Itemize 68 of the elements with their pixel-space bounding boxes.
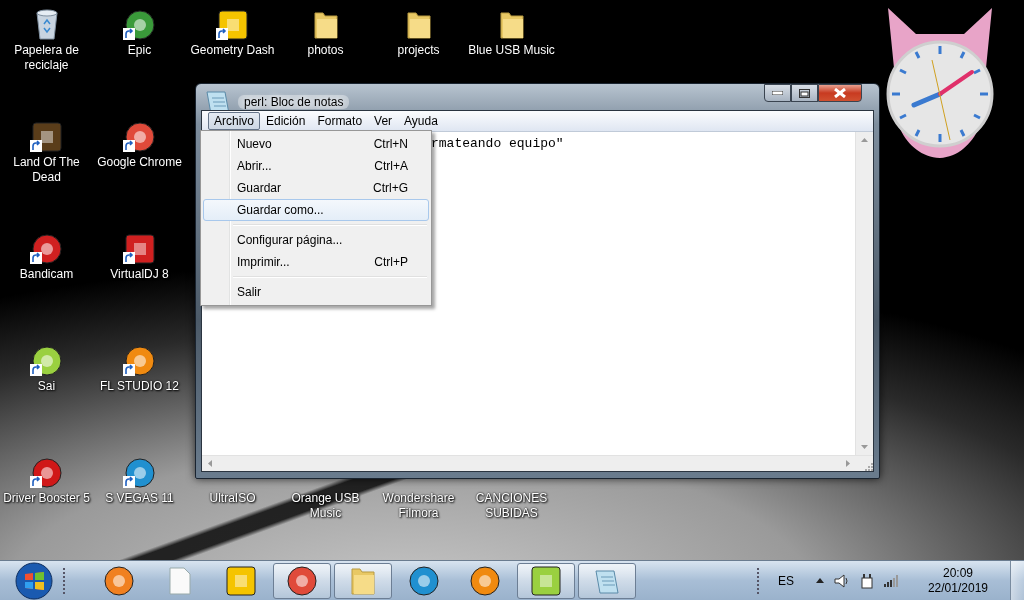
desktop-icon-label[interactable]: projects — [397, 43, 440, 58]
desktop-icon-label[interactable]: Bandicam — [19, 267, 74, 282]
app-icon[interactable] — [31, 234, 62, 264]
menu-item[interactable]: Guardar como... — [203, 199, 429, 221]
folder-icon[interactable] — [498, 10, 525, 40]
maximize-icon — [799, 88, 810, 98]
menu-item-label: Guardar — [237, 181, 282, 195]
menu-item[interactable]: Guardar Ctrl+G — [203, 177, 429, 199]
shortcut-label: Ctrl+G — [373, 181, 408, 195]
recycle-bin-icon[interactable] — [34, 8, 59, 40]
menu-bar-item[interactable]: Formato — [311, 112, 369, 130]
taskbar-button[interactable] — [334, 562, 392, 599]
desktop-icon-label[interactable]: Papelera de reciclaje — [1, 43, 92, 73]
menu-item-label: Nuevo — [237, 137, 272, 151]
menu-item[interactable]: Abrir... Ctrl+A — [203, 155, 429, 177]
desktop-icon-label[interactable]: Epic — [127, 43, 152, 58]
menu-item[interactable]: Imprimir... Ctrl+P — [203, 251, 429, 273]
menu-item[interactable]: Nuevo Ctrl+N — [203, 133, 429, 155]
clock-time[interactable]: 20:09 — [942, 565, 973, 581]
power-plug-icon[interactable] — [859, 572, 874, 589]
menu-bar-item[interactable]: Ver — [368, 112, 399, 130]
show-hidden-icons-button[interactable] — [815, 578, 824, 583]
language-indicator[interactable]: ES — [777, 573, 794, 588]
shortcut-label: Ctrl+N — [373, 137, 408, 151]
menu-item-label: Imprimir... — [237, 255, 290, 269]
minimize-button[interactable] — [764, 84, 791, 102]
app-icon[interactable] — [124, 346, 155, 376]
desktop-icon-label[interactable]: FL STUDIO 12 — [100, 379, 179, 394]
close-icon — [834, 88, 846, 98]
app-icon[interactable] — [470, 565, 500, 596]
close-button[interactable] — [818, 84, 862, 102]
app-icon[interactable] — [104, 565, 134, 596]
clock-date[interactable]: 22/01/2019 — [927, 580, 988, 596]
taskbar-button[interactable] — [578, 562, 636, 599]
signal-bars-icon[interactable] — [883, 574, 900, 587]
taskbar-button[interactable] — [517, 562, 575, 599]
desktop-icon-label[interactable]: photos — [307, 43, 344, 58]
resize-grip-icon[interactable] — [863, 461, 873, 471]
app-icon[interactable] — [124, 122, 155, 152]
desktop-icon-label[interactable]: Geometry Dash — [190, 43, 275, 58]
folder-icon[interactable] — [405, 10, 432, 40]
start-button[interactable] — [14, 560, 54, 600]
shortcut-label: Ctrl+A — [374, 159, 408, 173]
menu-bar-item[interactable]: Edición — [260, 112, 312, 130]
shortcut-label: Ctrl+P — [374, 255, 408, 269]
app-icon[interactable] — [124, 458, 155, 488]
show-desktop-button[interactable] — [1010, 560, 1024, 600]
desktop-icon-label[interactable]: Orange USB Music — [280, 491, 371, 521]
speaker-icon[interactable] — [833, 573, 850, 588]
app-icon[interactable] — [287, 565, 317, 596]
maximize-button[interactable] — [791, 84, 818, 102]
app-icon[interactable] — [124, 10, 155, 40]
desktop-icon-label[interactable]: Blue USB Music — [468, 43, 555, 58]
app-icon[interactable] — [31, 458, 62, 488]
minimize-icon — [772, 91, 783, 95]
folder-icon[interactable] — [312, 10, 339, 40]
menu-item[interactable]: Salir — [203, 281, 429, 303]
app-icon[interactable] — [31, 346, 62, 376]
taskbar-button[interactable] — [273, 562, 331, 599]
menu-item[interactable]: Configurar página... — [203, 229, 429, 251]
menu-bar-item[interactable]: Archivo — [208, 112, 260, 130]
desktop-icon-label[interactable]: VirtualDJ 8 — [110, 267, 169, 282]
desktop-icon-label[interactable]: Google Chrome — [97, 155, 182, 170]
menu-item-label: Abrir... — [237, 159, 272, 173]
app-icon[interactable] — [409, 565, 439, 596]
desktop-icon-label[interactable]: Land Of The Dead — [1, 155, 92, 185]
menu-bar-item[interactable]: Ayuda — [398, 112, 444, 130]
desktop-icon-label[interactable]: Sai — [37, 379, 56, 394]
